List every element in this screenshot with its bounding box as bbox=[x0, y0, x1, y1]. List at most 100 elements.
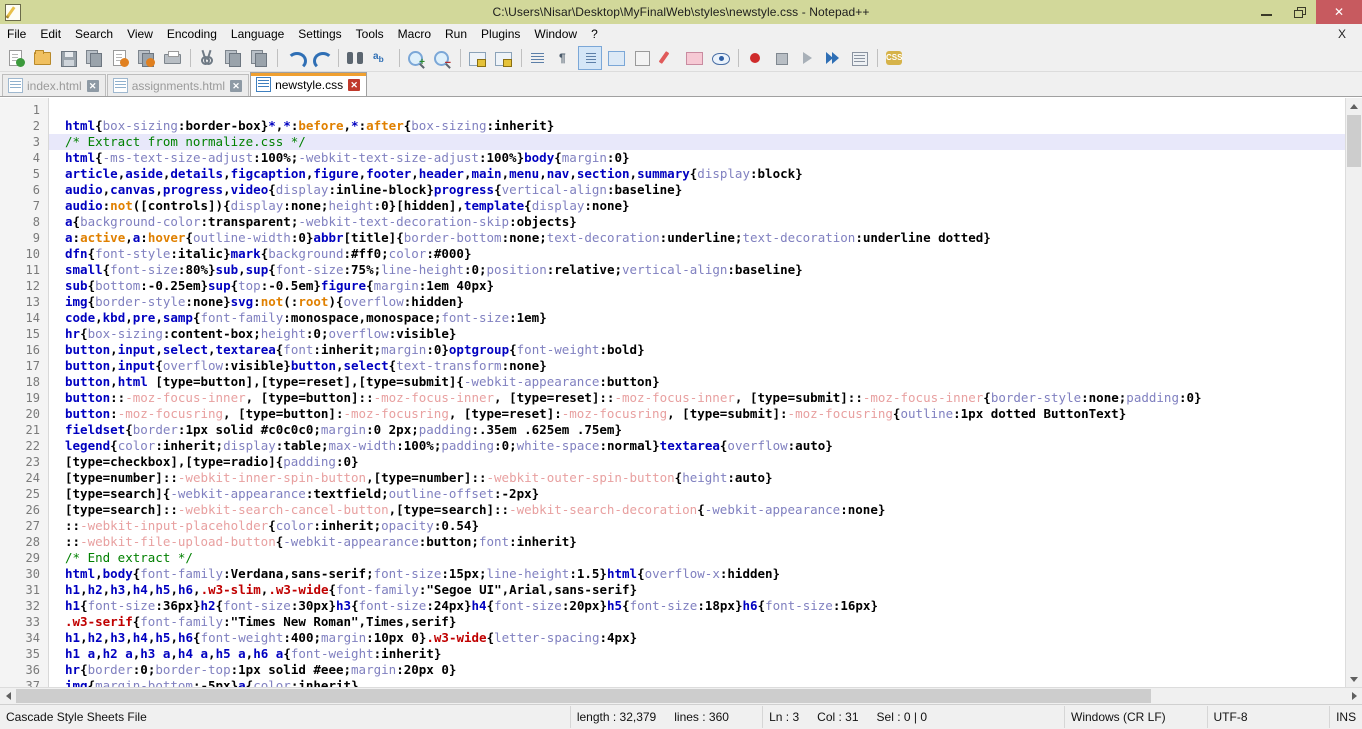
code-line[interactable]: html,body{font-family:Verdana,sans-serif… bbox=[65, 566, 1345, 582]
close-icon[interactable]: ✕ bbox=[348, 78, 361, 91]
code-line[interactable]: .w3-serif{font-family:"Times New Roman",… bbox=[65, 614, 1345, 630]
cut-icon[interactable] bbox=[195, 46, 219, 70]
code-text[interactable]: html{box-sizing:border-box}*,*:before,*:… bbox=[49, 98, 1345, 687]
new-file-icon[interactable] bbox=[4, 46, 28, 70]
menu-file[interactable]: File bbox=[0, 25, 33, 43]
menu-help[interactable]: ? bbox=[584, 25, 605, 43]
function-list-icon[interactable] bbox=[656, 46, 680, 70]
tab-newstyle-css[interactable]: newstyle.css ✕ bbox=[250, 72, 368, 96]
code-line[interactable]: [type=checkbox],[type=radio]{padding:0} bbox=[65, 454, 1345, 470]
document-map-icon[interactable] bbox=[630, 46, 654, 70]
code-line[interactable]: /* End extract */ bbox=[65, 550, 1345, 566]
scroll-left-icon[interactable] bbox=[0, 688, 16, 704]
text-editor[interactable]: 1 2 3 4 5 6 7 8 9 10 11 12 13 14 15 16 17 18 19 20 21 22 23 24 2… bbox=[0, 98, 1345, 687]
replace-icon[interactable]: ab bbox=[369, 46, 393, 70]
horizontal-scrollbar[interactable] bbox=[0, 687, 1362, 704]
css-icon[interactable]: CSS bbox=[882, 46, 906, 70]
menu-plugins[interactable]: Plugins bbox=[474, 25, 527, 43]
code-line[interactable]: img{margin-bottom:-5px}a{color:inherit} bbox=[65, 678, 1345, 687]
code-line[interactable]: button,input{overflow:visible}button,sel… bbox=[65, 358, 1345, 374]
code-line[interactable]: fieldset{border:1px solid #c0c0c0;margin… bbox=[65, 422, 1345, 438]
code-line[interactable]: a{background-color:transparent;-webkit-t… bbox=[65, 214, 1345, 230]
menu-edit[interactable]: Edit bbox=[33, 25, 68, 43]
close-window-button[interactable]: ✕ bbox=[1316, 0, 1362, 24]
code-line[interactable]: code,kbd,pre,samp{font-family:monospace,… bbox=[65, 310, 1345, 326]
code-line[interactable]: ::-webkit-input-placeholder{color:inheri… bbox=[65, 518, 1345, 534]
code-line[interactable]: html{-ms-text-size-adjust:100%;-webkit-t… bbox=[65, 150, 1345, 166]
code-line[interactable]: /* Extract from normalize.css */ bbox=[49, 134, 1345, 150]
code-line[interactable] bbox=[65, 102, 1345, 118]
save-icon[interactable] bbox=[56, 46, 80, 70]
code-line[interactable]: a:active,a:hover{outline-width:0}abbr[ti… bbox=[65, 230, 1345, 246]
run-macro-multiple-icon[interactable] bbox=[821, 46, 845, 70]
code-line[interactable]: hr{box-sizing:content-box;height:0;overf… bbox=[65, 326, 1345, 342]
close-icon[interactable]: ✕ bbox=[230, 79, 243, 92]
code-line[interactable]: sub{bottom:-0.25em}sup{top:-0.5em}figure… bbox=[65, 278, 1345, 294]
code-line[interactable]: audio,canvas,progress,video{display:inli… bbox=[65, 182, 1345, 198]
code-line[interactable]: [type=number]::-webkit-inner-spin-button… bbox=[65, 470, 1345, 486]
stop-macro-icon[interactable] bbox=[769, 46, 793, 70]
menu-tools[interactable]: Tools bbox=[349, 25, 391, 43]
code-line[interactable]: h1,h2,h3,h4,h5,h6,.w3-slim,.w3-wide{font… bbox=[65, 582, 1345, 598]
menu-search[interactable]: Search bbox=[68, 25, 120, 43]
ui-userdefined-icon[interactable] bbox=[604, 46, 628, 70]
sync-horizontal-icon[interactable] bbox=[491, 46, 515, 70]
close-document-button[interactable]: X bbox=[1332, 27, 1352, 41]
folder-workspace-icon[interactable] bbox=[682, 46, 706, 70]
code-line[interactable]: article,aside,details,figcaption,figure,… bbox=[65, 166, 1345, 182]
code-line[interactable]: hr{border:0;border-top:1px solid #eee;ma… bbox=[65, 662, 1345, 678]
menu-macro[interactable]: Macro bbox=[391, 25, 438, 43]
save-macro-icon[interactable] bbox=[847, 46, 871, 70]
redo-icon[interactable] bbox=[308, 46, 333, 70]
menu-settings[interactable]: Settings bbox=[291, 25, 348, 43]
show-all-chars-icon[interactable]: ¶ bbox=[552, 46, 576, 70]
code-line[interactable]: audio:not([controls]){display:none;heigh… bbox=[65, 198, 1345, 214]
scroll-right-icon[interactable] bbox=[1346, 688, 1362, 704]
code-line[interactable]: button,html [type=button],[type=reset],[… bbox=[65, 374, 1345, 390]
find-icon[interactable] bbox=[343, 46, 367, 70]
code-line[interactable]: [type=search]::-webkit-search-cancel-but… bbox=[65, 502, 1345, 518]
tab-assignments-html[interactable]: assignments.html ✕ bbox=[106, 74, 250, 96]
code-line[interactable]: img{border-style:none}svg:not(:root){ove… bbox=[65, 294, 1345, 310]
scroll-down-icon[interactable] bbox=[1346, 671, 1362, 687]
indent-guide-icon[interactable] bbox=[578, 46, 602, 70]
vertical-scrollbar[interactable] bbox=[1345, 98, 1362, 687]
sync-vertical-icon[interactable] bbox=[465, 46, 489, 70]
restore-button[interactable] bbox=[1283, 0, 1316, 24]
code-line[interactable]: [type=search]{-webkit-appearance:textfie… bbox=[65, 486, 1345, 502]
menu-view[interactable]: View bbox=[120, 25, 160, 43]
paste-icon[interactable] bbox=[247, 46, 271, 70]
menu-language[interactable]: Language bbox=[224, 25, 291, 43]
word-wrap-icon[interactable] bbox=[526, 46, 550, 70]
code-line[interactable]: h1 a,h2 a,h3 a,h4 a,h5 a,h6 a{font-weigh… bbox=[65, 646, 1345, 662]
play-macro-icon[interactable] bbox=[795, 46, 819, 70]
menu-encoding[interactable]: Encoding bbox=[160, 25, 224, 43]
monitoring-icon[interactable] bbox=[708, 46, 732, 70]
code-line[interactable]: html{box-sizing:border-box}*,*:before,*:… bbox=[65, 118, 1345, 134]
zoom-out-icon[interactable]: − bbox=[430, 46, 454, 70]
print-icon[interactable] bbox=[160, 46, 184, 70]
code-line[interactable]: button,input,select,textarea{font:inheri… bbox=[65, 342, 1345, 358]
minimize-button[interactable] bbox=[1250, 0, 1283, 24]
copy-icon[interactable] bbox=[221, 46, 245, 70]
record-macro-icon[interactable] bbox=[743, 46, 767, 70]
close-all-icon[interactable] bbox=[134, 46, 158, 70]
code-line[interactable]: h1,h2,h3,h4,h5,h6{font-weight:400;margin… bbox=[65, 630, 1345, 646]
zoom-in-icon[interactable]: + bbox=[404, 46, 428, 70]
close-icon[interactable]: ✕ bbox=[86, 79, 99, 92]
code-line[interactable]: ::-webkit-file-upload-button{-webkit-app… bbox=[65, 534, 1345, 550]
code-line[interactable]: h1{font-size:36px}h2{font-size:30px}h3{f… bbox=[65, 598, 1345, 614]
vertical-scroll-thumb[interactable] bbox=[1347, 115, 1361, 167]
horizontal-scroll-thumb[interactable] bbox=[16, 689, 1151, 703]
code-line[interactable]: button::-moz-focus-inner, [type=button]:… bbox=[65, 390, 1345, 406]
code-line[interactable]: small{font-size:80%}sub,sup{font-size:75… bbox=[65, 262, 1345, 278]
save-all-icon[interactable] bbox=[82, 46, 106, 70]
code-line[interactable]: legend{color:inherit;display:table;max-w… bbox=[65, 438, 1345, 454]
tab-index-html[interactable]: index.html ✕ bbox=[2, 74, 106, 96]
scroll-up-icon[interactable] bbox=[1346, 98, 1362, 114]
menu-window[interactable]: Window bbox=[527, 25, 584, 43]
open-file-icon[interactable] bbox=[30, 46, 54, 70]
horizontal-scroll-track[interactable] bbox=[16, 688, 1346, 704]
undo-icon[interactable] bbox=[282, 46, 307, 70]
code-line[interactable]: dfn{font-style:italic}mark{background:#f… bbox=[65, 246, 1345, 262]
